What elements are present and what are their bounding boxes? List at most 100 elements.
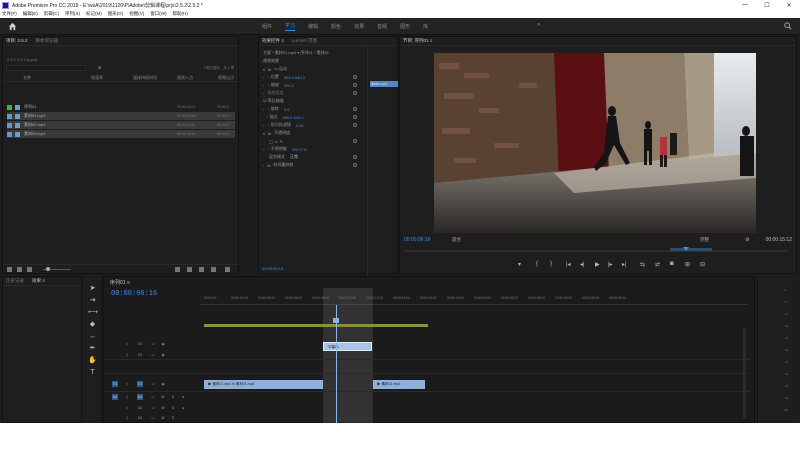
freeform-view-icon[interactable] [27, 267, 32, 272]
sync-lock-icon[interactable]: ▭ [150, 352, 156, 358]
title-clip[interactable]: 字幕01 [323, 342, 372, 351]
track-header-v3[interactable]: ▯ V3 ▭ ◉ [104, 339, 200, 350]
wrench-icon[interactable]: ⚙ [745, 237, 749, 243]
sync-lock-icon[interactable]: ▭ [150, 381, 156, 387]
keyframe-toggle-icon[interactable] [353, 155, 357, 159]
button-editor-icon[interactable]: ⊟ [700, 261, 705, 268]
project-search-input[interactable] [6, 65, 86, 71]
scale-value[interactable]: 100.0 [284, 83, 294, 88]
menu-marker[interactable]: 标记(M) [86, 11, 102, 17]
list-item[interactable]: 序列01 00:00:15:02 00:00:0 [7, 103, 235, 111]
tab-media-browser[interactable]: 媒体浏览器 [36, 38, 59, 44]
mask-tools[interactable]: ◯ ▭ ✎ [263, 137, 358, 145]
opacity-value[interactable]: 100.0 % [292, 147, 307, 152]
selection-tool-icon[interactable]: ➤ [88, 284, 97, 293]
list-view-icon[interactable] [7, 267, 12, 272]
track-header-a1[interactable]: A1 ▯ A1 ▭ M S ● [104, 392, 200, 403]
mark-in-icon[interactable]: { [536, 261, 538, 267]
effect-row-opacity[interactable]: › ◌ 不透明度 100.0 % [263, 145, 358, 153]
keyframe-toggle-icon[interactable] [353, 107, 357, 111]
solo-button[interactable]: S [170, 394, 176, 400]
hand-tool-icon[interactable]: ✋ [88, 356, 97, 365]
new-item-icon[interactable] [211, 267, 216, 272]
zoom-slider-handle[interactable] [46, 267, 50, 271]
effect-row-blend-mode[interactable]: 混合模式 正常 [263, 153, 358, 161]
effect-row-motion[interactable]: ▾ fx ▭ 运动 [263, 65, 358, 73]
new-bin-icon[interactable] [199, 267, 204, 272]
menu-file[interactable]: 文件(F) [2, 11, 17, 17]
sync-lock-icon[interactable]: ▭ [150, 415, 156, 421]
eye-icon[interactable]: ◉ [160, 352, 166, 358]
maximize-button[interactable]: ☐ [756, 0, 778, 10]
lock-icon[interactable]: ▯ [124, 381, 130, 387]
find-icon[interactable] [187, 267, 192, 272]
playback-resolution-select[interactable]: 完整 [700, 237, 709, 243]
track-header-a3[interactable]: ▯ A3 ▭ M S [104, 413, 200, 424]
effect-row-time-remap[interactable]: › fx 时间重映射 [263, 161, 358, 169]
tab-history[interactable]: 历史记录 [6, 278, 24, 284]
tab-sequence[interactable]: 序列01 ≡ [110, 279, 130, 286]
menu-sequence[interactable]: 序列(S) [65, 11, 80, 17]
mute-button[interactable]: M [160, 405, 166, 411]
mute-button[interactable]: M [160, 415, 166, 421]
list-item[interactable]: 素材03.mp4 00:00:05:14 00:00:0 [7, 130, 235, 138]
tab-effects[interactable]: 效果 ≡ [32, 278, 45, 284]
razor-tool-icon[interactable]: ◆ [88, 320, 97, 329]
workspace-tab[interactable]: 颜色 [331, 23, 341, 30]
icon-view-icon[interactable] [17, 267, 22, 272]
keyframe-toggle-icon[interactable] [353, 91, 357, 95]
workspace-tab-active[interactable]: 学习 [285, 22, 296, 31]
menu-window[interactable]: 窗口(W) [150, 11, 166, 17]
automate-icon[interactable] [175, 267, 180, 272]
fit-select[interactable]: 适合 [452, 237, 461, 243]
tab-program[interactable]: 节目: 序列01 ≡ [403, 38, 432, 44]
program-scrubber[interactable] [404, 247, 788, 253]
track-select-tool-icon[interactable]: ⇥ [88, 296, 97, 305]
playhead[interactable] [336, 305, 337, 423]
keyframe-toggle-icon[interactable] [353, 83, 357, 87]
menu-graphics[interactable]: 图形(G) [108, 11, 124, 17]
effect-row-position[interactable]: › ◌ 位置 960.0 540.0 [263, 73, 358, 81]
lock-icon[interactable]: ▯ [124, 405, 130, 411]
blend-mode-select[interactable]: 正常 [290, 154, 298, 160]
microphone-icon[interactable]: ● [180, 405, 186, 411]
timeline-vertical-scrollbar[interactable] [743, 328, 746, 418]
solo-button[interactable]: S [170, 405, 176, 411]
lift-icon[interactable]: ⇆ [640, 261, 645, 268]
workspace-tab[interactable]: 音频 [377, 23, 387, 30]
rotation-value[interactable]: 0.0 [284, 107, 290, 112]
keyframe-toggle-icon[interactable] [353, 123, 357, 127]
lock-icon[interactable]: ▯ [124, 341, 130, 347]
lock-icon[interactable]: ▯ [124, 415, 130, 421]
source-patch-a1[interactable]: A1 [112, 394, 118, 400]
search-filter-icon[interactable]: ⊠ [98, 65, 101, 70]
mark-out-icon[interactable]: } [550, 261, 552, 267]
workspace-tab[interactable]: 效果 [354, 23, 364, 30]
microphone-icon[interactable]: ● [180, 394, 186, 400]
position-value[interactable]: 960.0 540.0 [284, 75, 305, 80]
type-tool-icon[interactable]: T [88, 368, 97, 377]
work-area-bar[interactable] [204, 324, 428, 327]
keyframe-toggle-icon[interactable] [353, 163, 357, 167]
lock-icon[interactable]: ▯ [124, 352, 130, 358]
export-frame-icon[interactable]: ◙ [670, 261, 674, 267]
effect-row-scale[interactable]: › ◌ 缩放 100.0 [263, 81, 358, 89]
anchor-value[interactable]: 960.0 540.0 [283, 115, 304, 120]
close-button[interactable]: ✕ [778, 0, 800, 10]
reset-icon[interactable] [353, 75, 357, 79]
column-fps[interactable]: 帧速率 [91, 75, 103, 81]
tab-project[interactable]: 项目: 2.5.2 [6, 38, 28, 44]
video-clip[interactable]: ▶ 素材01.mp4 fx 素材01.mp4 [204, 380, 323, 389]
menu-view[interactable]: 视图(V) [129, 11, 144, 17]
eye-icon[interactable]: ◉ [160, 341, 166, 347]
source-patch-v1[interactable]: V1 [112, 381, 118, 387]
column-name[interactable]: 名称 [23, 75, 31, 81]
eye-icon[interactable]: ◉ [160, 381, 166, 387]
menu-edit[interactable]: 编辑(E) [23, 11, 38, 17]
slip-tool-icon[interactable]: ↔ [88, 332, 97, 341]
program-video-frame[interactable] [434, 53, 756, 233]
sync-lock-icon[interactable]: ▭ [150, 341, 156, 347]
effect-controls-timecode[interactable]: 00:00:06:16 [262, 266, 283, 271]
program-current-timecode[interactable]: 00:00:06:16 [404, 237, 430, 243]
list-item[interactable]: 素材02.mp4 00:00:10:11 00:00:0 [7, 121, 235, 129]
